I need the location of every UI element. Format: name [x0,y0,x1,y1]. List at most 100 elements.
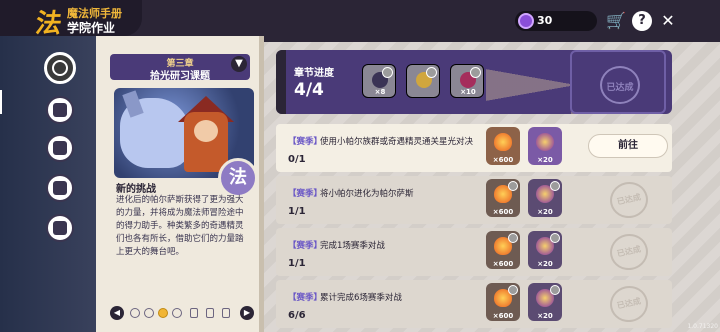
reward-count: ×600 [492,156,514,164]
reward-orb[interactable]: ×20 [528,283,562,321]
question-icon[interactable]: ? [632,11,652,31]
task-row: 【赛季】 将小帕尔进化为帕尔萨斯 1/1 ×600 ×20 已达成 [276,176,672,224]
chapter-complete-card: 已达成 [570,50,666,114]
challenge-title: 新的挑战 [116,184,156,195]
chapter-panel: 第三章 拾光研习课题 ▼ 法 新的挑战 进化后的帕尔萨斯获得了更为强大的力量，并… [96,36,264,332]
task-content: 章节进度 4/4 ×8 ×10 已达成 【赛季】 使用小帕尔族群或奇遇精灵通关星… [270,42,720,332]
check-icon [508,181,518,191]
completed-stamp: 已达成 [606,282,652,326]
reward-orb[interactable]: ×20 [528,231,562,269]
chapter-emblem: 法 [218,158,258,198]
game-screen: 法 魔法师手册 学院作业 30 🛒 ? ✕ 第三章 拾光研习课题 ▼ 法 新的挑… [0,0,720,332]
reward-orb[interactable]: ×20 [528,179,562,217]
check-icon [508,285,518,295]
progress-reward-3[interactable]: ×10 [450,64,484,98]
task-badge: 【赛季】 [288,293,323,303]
progress-reward-1[interactable]: ×8 [362,64,396,98]
progress-label: 章节进度 [294,68,334,79]
check-icon [426,67,437,78]
currency-value: 30 [537,14,553,27]
sidebar-item-card[interactable] [46,96,74,124]
task-progress: 1/1 [288,258,306,269]
bag-icon [53,181,67,195]
reward-fire[interactable]: ×600 [486,127,520,165]
gem-icon [518,13,534,29]
lock-icon [222,308,230,318]
cart-icon[interactable]: 🛒 [606,11,626,31]
completed-stamp: 已达成 [606,178,652,222]
sidebar-item-paw[interactable] [46,134,74,162]
sidebar-item-bag[interactable] [46,174,74,202]
chevron-down-icon[interactable]: ▼ [231,56,247,72]
task-row: 【赛季】 使用小帕尔族群或奇遇精灵通关星光对决 0/1 ×600 ×20 前往 [276,124,672,172]
fire-icon [494,133,512,151]
brand-logo: 法 [33,9,64,39]
page-dot-current[interactable] [158,308,168,318]
reward-fire[interactable]: ×600 [486,283,520,321]
reward-count: ×600 [492,260,514,268]
version-label: 1.0.71320 [687,323,718,330]
check-icon [550,181,560,191]
sidebar-item-compass[interactable] [44,52,76,84]
reward-count: ×600 [492,208,514,216]
complete-stamp-text: 已达成 [606,83,634,93]
check-icon [508,233,518,243]
prev-arrow-icon[interactable]: ◀ [110,306,124,320]
sidebar-active-indicator [0,90,2,114]
task-name: 使用小帕尔族群或奇遇精灵通关星光对决 [320,137,474,147]
task-name: 将小帕尔进化为帕尔萨斯 [320,189,414,199]
task-badge: 【赛季】 [288,137,323,147]
task-badge: 【赛季】 [288,189,323,199]
page-dot-4[interactable] [172,308,182,318]
reward-count: ×20 [537,208,553,216]
card-icon [53,103,67,117]
chapter-title: 拾光研习课题 [150,71,210,82]
task-progress: 1/1 [288,206,306,217]
reward-fire[interactable]: ×600 [486,179,520,217]
check-icon [382,67,393,78]
reward-count: ×20 [537,260,553,268]
progress-reward-2[interactable] [406,64,440,98]
task-row: 【赛季】 完成1场赛季对战 1/1 ×600 ×20 已达成 [276,228,672,276]
paw-icon [53,141,67,155]
challenge-description: 进化后的帕尔萨斯获得了更为强大的力量，并将成为魔法师冒险途中的得力助手。种类繁多… [116,195,244,257]
reward-count: ×600 [492,312,514,320]
compass-icon [52,60,68,76]
check-icon [470,67,481,78]
complete-stamp: 已达成 [600,66,640,104]
chapter-selector[interactable]: 第三章 拾光研习课题 [110,54,250,82]
progress-card-edge [276,50,286,114]
reward-count: ×8 [374,88,386,96]
task-progress: 6/6 [288,310,306,321]
completed-stamp: 已达成 [606,230,652,274]
wizard-face [194,120,218,142]
reward-orb[interactable]: ×20 [528,127,562,165]
close-icon[interactable]: ✕ [658,11,678,31]
brand-title-bottom: 学院作业 [67,21,116,35]
go-button[interactable]: 前往 [588,134,668,158]
reward-fire[interactable]: ×600 [486,231,520,269]
page-dot-1[interactable] [130,308,140,318]
check-icon [550,285,560,295]
lock-icon [206,308,214,318]
next-arrow-icon[interactable]: ▶ [240,306,254,320]
currency-display: 30 [515,11,597,31]
reward-count: ×20 [537,312,553,320]
task-badge: 【赛季】 [288,241,323,251]
progress-value: 4/4 [294,80,324,100]
sidebar-item-cat[interactable] [46,214,74,242]
reward-count: ×20 [537,156,553,164]
reward-count: ×10 [460,88,476,96]
task-name: 完成1场赛季对战 [320,241,385,251]
check-icon [550,233,560,243]
brand: 法 魔法师手册 学院作业 [0,0,142,39]
chapter-pager: ◀ ▶ [110,306,254,322]
task-name: 累计完成6场赛季对战 [320,293,402,303]
task-progress: 0/1 [288,154,306,165]
orb-icon [536,133,554,151]
sidebar [0,36,96,332]
page-dot-2[interactable] [144,308,154,318]
lock-icon [190,308,198,318]
cat-icon [53,221,67,235]
task-row: 【赛季】 累计完成6场赛季对战 6/6 ×600 ×20 已达成 [276,280,672,328]
